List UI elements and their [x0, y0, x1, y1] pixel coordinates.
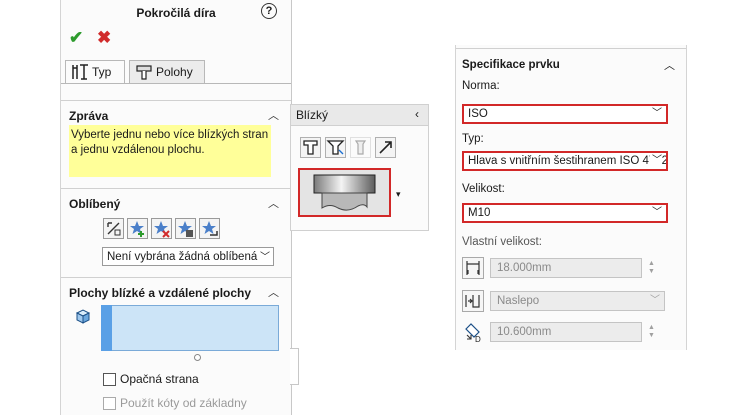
chevron-up-icon[interactable]: ︿ — [268, 284, 279, 300]
preview-dropdown-icon[interactable]: ▾ — [396, 189, 401, 200]
type-select[interactable]: Hlava s vnitřním šestihranem ISO 4762 ﹀ — [462, 151, 668, 171]
chevron-down-icon: ﹀ — [650, 106, 662, 122]
section-divider — [61, 100, 291, 101]
custom-size-label: Vlastní velikost: — [462, 236, 542, 248]
tab-divider — [61, 83, 291, 84]
hole-type-icon — [72, 64, 88, 80]
hole-position-icon — [136, 65, 152, 80]
load-favorite-icon — [202, 221, 218, 236]
diameter-input[interactable]: 18.000mm — [490, 258, 642, 278]
message-heading: Zpráva — [69, 109, 109, 123]
near-side-flyout: Blízký ‹ ▾ — [290, 104, 429, 231]
chevron-up-icon[interactable]: ︿ — [268, 195, 279, 211]
chevron-down-icon: ﹀ — [650, 153, 662, 169]
message-text: Vyberte jednu nebo více blízkých stran a… — [69, 125, 271, 177]
counterbore-button[interactable] — [300, 137, 321, 158]
flyout-header: Blízký ‹ — [291, 105, 428, 126]
end-condition-value: Naslepo — [497, 295, 540, 307]
feature-specification-panel: Specifikace prvku ︿ Norma: ISO ﹀ Typ: Hl… — [455, 45, 687, 350]
diameter-icon — [466, 261, 480, 275]
delete-favorite-icon — [154, 221, 170, 238]
countersink-button[interactable] — [325, 137, 346, 158]
tab-typ[interactable]: Typ — [65, 60, 125, 84]
end-condition-select: Naslepo ﹀ — [490, 291, 665, 311]
list-resize-handle[interactable] — [194, 354, 201, 361]
apply-defaults-button[interactable] — [103, 218, 124, 239]
chevron-down-icon: ﹀ — [650, 295, 660, 306]
insert-element-icon — [379, 141, 392, 154]
face-selection-icon — [75, 309, 91, 324]
ok-icon[interactable]: ✔ — [69, 28, 83, 48]
add-favorite-button[interactable] — [127, 218, 148, 239]
size-value: M10 — [468, 207, 491, 219]
depth-input[interactable]: 10.600mm — [490, 322, 642, 342]
cancel-icon[interactable]: ✖ — [97, 28, 111, 48]
help-icon[interactable]: ? — [261, 3, 277, 19]
save-favorite-icon — [178, 221, 193, 237]
tab-polohy[interactable]: Polohy — [129, 60, 205, 84]
favorites-select[interactable]: Není vybrána žádná oblíbená ﹀ — [102, 247, 274, 266]
faces-heading: Plochy blízké a vzdálené plochy — [69, 286, 252, 300]
standard-select[interactable]: ISO ﹀ — [462, 104, 668, 124]
straight-tap-icon — [354, 140, 367, 155]
end-condition-icon-box — [462, 290, 484, 312]
section-divider — [61, 277, 291, 278]
depth-spinner[interactable]: ▲ ▼ — [648, 324, 655, 340]
countersink-icon — [326, 140, 345, 155]
counterbore-preview-icon — [313, 174, 376, 211]
favorites-select-value: Není vybrána žádná oblíbená — [107, 251, 258, 263]
depth-icon: D — [465, 323, 481, 344]
section-divider — [61, 188, 291, 189]
svg-text:D: D — [475, 335, 481, 343]
insert-element-button[interactable] — [375, 137, 396, 158]
size-label: Velikost: — [462, 183, 505, 195]
chevron-down-icon: ﹀ — [260, 252, 270, 263]
delete-favorite-button[interactable] — [151, 218, 172, 239]
favorites-heading: Oblíbený — [69, 197, 121, 211]
load-favorite-button[interactable] — [199, 218, 220, 239]
end-condition-icon — [465, 295, 480, 308]
save-favorite-button[interactable] — [175, 218, 196, 239]
flyout-handle[interactable] — [290, 348, 299, 385]
hole-preview-image[interactable] — [298, 168, 391, 217]
chevron-up-icon[interactable]: ︿ — [268, 107, 279, 123]
selection-focus-marker — [101, 305, 112, 351]
standard-value: ISO — [468, 108, 488, 120]
panel-title: Pokročilá díra — [136, 6, 216, 20]
opposite-side-checkbox[interactable] — [103, 373, 116, 386]
property-manager-panel: Pokročilá díra ? ✔ ✖ Typ Polohy Zpráva ︿… — [60, 0, 292, 415]
tab-polohy-label: Polohy — [156, 65, 193, 79]
chevron-up-icon[interactable]: ︿ — [664, 57, 675, 73]
faces-selection-list[interactable] — [101, 305, 279, 351]
straight-tap-button[interactable] — [350, 137, 371, 158]
section-divider — [456, 48, 686, 49]
flyout-title: Blízký — [296, 108, 329, 122]
type-value: Hlava s vnitřním šestihranem ISO 4762 — [468, 155, 668, 167]
feature-spec-heading: Specifikace prvku — [462, 59, 560, 71]
base-dimensions-label: Použít kóty od základny — [120, 396, 247, 410]
add-favorite-icon — [130, 221, 144, 237]
opposite-side-label: Opačná strana — [120, 372, 199, 386]
size-select[interactable]: M10 ﹀ — [462, 203, 668, 223]
type-label: Typ: — [462, 133, 484, 145]
diameter-spinner[interactable]: ▲ ▼ — [648, 260, 655, 276]
apply-defaults-icon — [107, 222, 121, 236]
tab-typ-label: Typ — [92, 65, 112, 79]
chevron-down-icon: ﹀ — [650, 205, 662, 221]
collapse-icon[interactable]: ‹ — [415, 107, 419, 121]
base-dimensions-checkbox — [103, 397, 116, 410]
diameter-icon-box — [462, 257, 484, 279]
counterbore-icon — [303, 140, 318, 155]
standard-label: Norma: — [462, 80, 500, 92]
depth-icon-box: D — [462, 321, 484, 344]
